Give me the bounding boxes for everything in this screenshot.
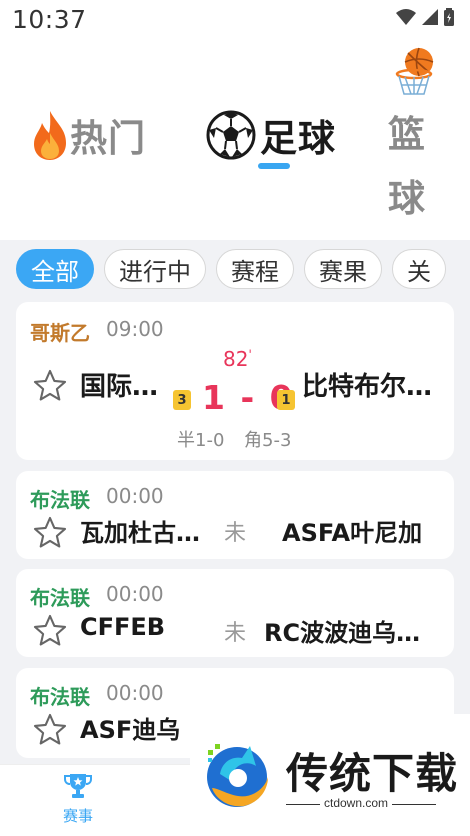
app-screen: 10:37 热门 足球 篮 球 全部 进行中 赛程 赛果 关 哥斯乙 09:00… [0,0,470,836]
tab-basketball-label-1: 篮 [388,113,425,156]
filter-followed[interactable]: 关 [392,249,446,289]
favorite-star-icon[interactable] [32,712,68,748]
home-yellow-card-badge: 3 [173,390,191,410]
league-name: 哥斯乙 [30,321,90,345]
match-minute: 82' [223,347,252,371]
filter-all[interactable]: 全部 [16,249,94,289]
watermark-logo [207,744,268,807]
flame-icon [34,111,66,160]
status-icons [396,8,454,26]
minute-mark: ' [248,347,252,362]
active-tab-indicator [258,163,290,169]
home-team: 瓦加杜古… [80,519,200,547]
status-time: 10:37 [12,5,87,34]
favorite-star-icon[interactable] [32,613,68,649]
home-team: CFFEB [80,613,166,641]
tab-basketball-label-2: 球 [388,177,425,220]
away-team: 比特布尔… [302,372,433,402]
status-bar: 10:37 [0,0,470,40]
tab-hot-label: 热门 [70,117,146,160]
match-card[interactable]: 布法联 00:00 瓦加杜古… 未 ASFA叶尼加 [16,471,454,559]
filter-schedule[interactable]: 赛程 [216,249,294,289]
league-name: 布法联 [30,685,90,709]
kickoff-time: 00:00 [106,484,164,508]
tab-hot[interactable]: 热门 [30,108,146,162]
league-name: 布法联 [30,488,90,512]
tab-basketball[interactable]: 篮 球 [388,46,448,236]
battery-icon [444,8,454,26]
nav-events[interactable]: 赛事 [56,773,100,826]
kickoff-time: 00:00 [106,582,164,606]
league-name: 布法联 [30,586,90,610]
away-team: RC波波迪乌… [264,619,421,647]
corner-score: 角5-3 [244,430,292,451]
favorite-star-icon[interactable] [32,368,68,404]
watermark: 传统下载 ctdown.com [190,714,470,836]
nav-events-label: 赛事 [62,807,93,825]
soccer-ball-icon [206,110,256,160]
home-team: ASF迪乌 [80,716,181,744]
favorite-star-icon[interactable] [32,515,68,551]
kickoff-time: 09:00 [106,317,164,341]
match-status: 未 [224,621,247,646]
watermark-title: 传统下载 [286,749,459,798]
basketball-hoop-icon [395,47,434,95]
away-yellow-card-badge: 1 [277,390,295,410]
filter-live[interactable]: 进行中 [104,249,206,289]
match-status: 未 [224,521,247,546]
tab-football[interactable]: 足球 [206,108,336,162]
trophy-icon [64,774,92,798]
tab-football-label: 足球 [260,117,336,160]
watermark-subtitle: ctdown.com [320,796,393,810]
filter-results[interactable]: 赛果 [304,249,382,289]
sport-tabs: 热门 足球 篮 球 [0,40,470,240]
match-card[interactable]: 哥斯乙 09:00 82' 国际… 3 1 - 0 1 比特布尔… 半1-0 角… [16,302,454,460]
match-card[interactable]: 布法联 00:00 CFFEB 未 RC波波迪乌… [16,569,454,657]
minute-value: 82 [223,347,249,371]
wifi-icon [396,9,416,25]
filter-chips: 全部 进行中 赛程 赛果 关 [0,240,470,300]
signal-icon [422,9,438,25]
home-team: 国际… [80,372,159,402]
half-time-score: 半1-0 [177,430,225,451]
away-team: ASFA叶尼加 [282,519,423,547]
kickoff-time: 00:00 [106,681,164,705]
